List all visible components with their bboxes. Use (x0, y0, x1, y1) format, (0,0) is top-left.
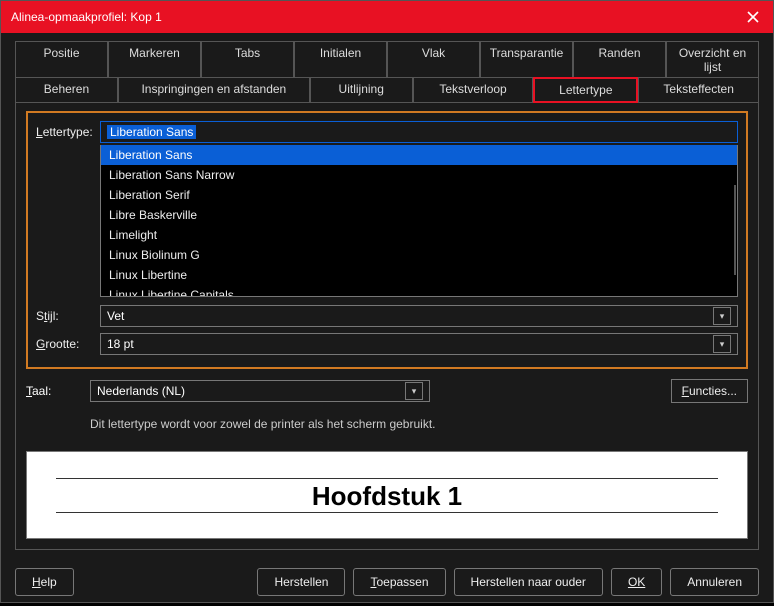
help-button[interactable]: Help (15, 568, 74, 596)
herstellen-naar-ouder-button[interactable]: Herstellen naar ouder (454, 568, 603, 596)
preview-text: Hoofdstuk 1 (312, 479, 462, 512)
chevron-down-icon[interactable]: ▾ (713, 335, 731, 353)
size-combo[interactable]: 18 pt ▾ (100, 333, 738, 355)
window-title: Alinea-opmaakprofiel: Kop 1 (11, 10, 162, 24)
tab-markeren[interactable]: Markeren (108, 41, 201, 78)
font-item[interactable]: Linux Biolinum G (101, 245, 737, 265)
dialog-window: Alinea-opmaakprofiel: Kop 1 Positie Mark… (0, 0, 774, 603)
font-item[interactable]: Linux Libertine (101, 265, 737, 285)
tab-randen[interactable]: Randen (573, 41, 666, 78)
close-icon[interactable] (743, 7, 763, 27)
tab-uitlijning[interactable]: Uitlijning (310, 77, 413, 103)
chevron-down-icon[interactable]: ▾ (405, 382, 423, 400)
label-taal: Taal: (26, 384, 90, 398)
font-item[interactable]: Linux Libertine Capitals (101, 285, 737, 297)
preview-box: Hoofdstuk 1 (26, 451, 748, 539)
font-item[interactable]: Limelight (101, 225, 737, 245)
tab-lettertype[interactable]: Lettertype (533, 77, 638, 103)
tab-beheren[interactable]: Beheren (15, 77, 118, 103)
chevron-down-icon[interactable]: ▾ (713, 307, 731, 325)
language-combo[interactable]: Nederlands (NL) ▾ (90, 380, 430, 402)
font-item[interactable]: Libre Baskerville (101, 205, 737, 225)
tab-tabs[interactable]: Tabs (201, 41, 294, 78)
tab-tekstverloop[interactable]: Tekstverloop (413, 77, 534, 103)
titlebar: Alinea-opmaakprofiel: Kop 1 (1, 1, 773, 33)
style-combo[interactable]: Vet ▾ (100, 305, 738, 327)
font-item[interactable]: Liberation Sans Narrow (101, 165, 737, 185)
font-item[interactable]: Liberation Serif (101, 185, 737, 205)
fontname-value: Liberation Sans (107, 125, 196, 139)
font-list[interactable]: Liberation Sans Liberation Sans Narrow L… (100, 145, 738, 297)
font-hint: Dit lettertype wordt voor zowel de print… (90, 417, 748, 431)
annuleren-button[interactable]: Annuleren (670, 568, 759, 596)
toepassen-button[interactable]: Toepassen (353, 568, 445, 596)
tab-overzicht[interactable]: Overzicht en lijst (666, 41, 759, 78)
highlight-frame: Lettertype: Liberation Sans Liberation S… (26, 111, 748, 369)
language-value: Nederlands (NL) (97, 384, 185, 398)
label-stijl: Stijl: (36, 309, 100, 323)
font-item[interactable]: Liberation Sans (101, 145, 737, 165)
fontname-field[interactable]: Liberation Sans (100, 121, 738, 143)
scrollbar[interactable] (734, 185, 736, 275)
style-value: Vet (107, 309, 124, 323)
herstellen-button[interactable]: Herstellen (257, 568, 345, 596)
ok-button[interactable]: OK (611, 568, 662, 596)
tab-initialen[interactable]: Initialen (294, 41, 387, 78)
functies-button[interactable]: Functies... (671, 379, 748, 403)
tab-vlak[interactable]: Vlak (387, 41, 480, 78)
size-value: 18 pt (107, 337, 134, 351)
tab-inspringingen[interactable]: Inspringingen en afstanden (118, 77, 310, 103)
tab-transparantie[interactable]: Transparantie (480, 41, 573, 78)
tab-positie[interactable]: Positie (15, 41, 108, 78)
tab-teksteffecten[interactable]: Teksteffecten (638, 77, 759, 103)
label-grootte: Grootte: (36, 337, 100, 351)
label-lettertype: Lettertype: (36, 125, 100, 139)
